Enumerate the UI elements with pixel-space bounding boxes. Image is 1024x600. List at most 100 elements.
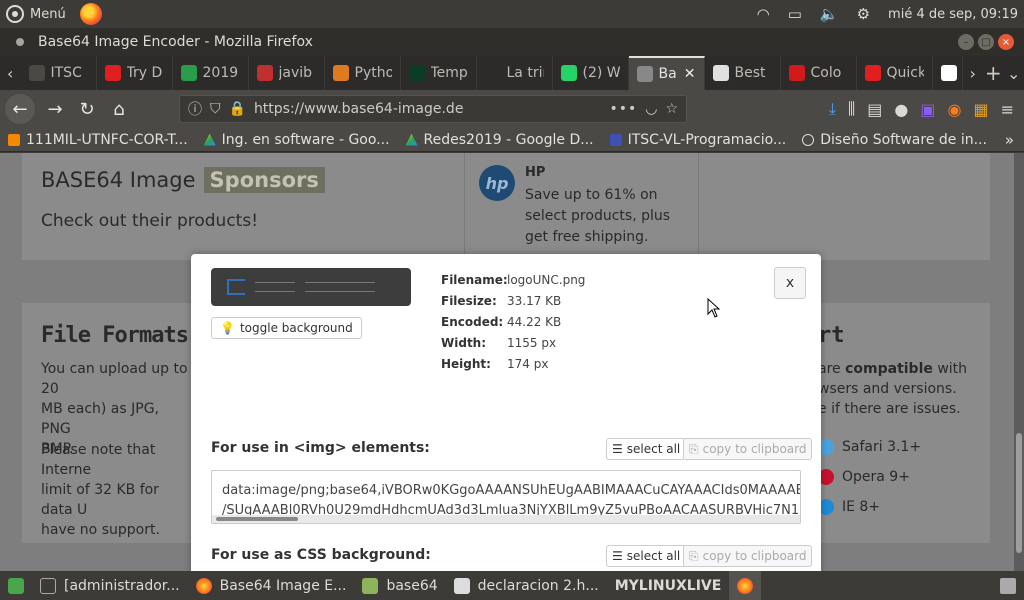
top-panel: Menú ◠ ▭ 🔈 ⚙ mié 4 de sep, 09:19 (0, 0, 1024, 28)
bookmark-item[interactable]: 111MIL-UTNFC-COR-T... (0, 132, 196, 148)
clock[interactable]: mié 4 de sep, 09:19 (888, 7, 1018, 22)
image-preview (211, 268, 411, 306)
browser-tab[interactable]: Colo (781, 56, 857, 90)
browser-tab[interactable]: javib (249, 56, 325, 90)
bookmark-item[interactable]: ITSC-VL-Programacio... (602, 132, 795, 148)
hp-title[interactable]: HP (525, 165, 545, 180)
filename-value: logoUNC.png (507, 273, 586, 287)
sponsors-heading: BASE64 Image Sponsors (41, 167, 325, 193)
select-all-img-button[interactable]: ☰ select all (606, 438, 687, 460)
page-actions-icon[interactable]: ••• (609, 101, 637, 117)
css-background-label: For use as CSS background: (211, 547, 431, 563)
pocket-icon[interactable]: ◡ (645, 101, 657, 117)
copy-img-button[interactable]: ⎘ copy to clipboard (683, 438, 813, 460)
trash-button[interactable] (992, 571, 1024, 600)
volume-icon[interactable]: 🔈 (820, 6, 839, 22)
browser-tab[interactable]: Pytho (325, 56, 401, 90)
close-window-button[interactable]: × (998, 34, 1014, 50)
browser-tab[interactable]: (2) W (553, 56, 629, 90)
tab-favicon-icon (485, 65, 501, 81)
tab-favicon-icon (940, 65, 957, 81)
list-icon: ☰ (612, 549, 623, 563)
browser-tab[interactable]: Temp (401, 56, 477, 90)
browser-tab[interactable]: ITSC (21, 56, 97, 90)
file-metadata: Filename: logoUNC.png Filesize: 33.17 KB E… (441, 270, 585, 375)
minimize-button[interactable]: – (958, 34, 974, 50)
tab-favicon-icon (28, 65, 45, 81)
account-icon[interactable]: ● (894, 100, 908, 119)
downloads-icon[interactable]: ⤓ (829, 99, 836, 119)
taskbar-item[interactable]: Base64 Image E... (188, 571, 355, 600)
browser-tab[interactable]: La trinch (477, 56, 553, 90)
toggle-background-button[interactable]: 💡 toggle background (211, 317, 362, 339)
url-bar[interactable]: ⓘ ⛉ 🔒 https://www.base64-image.de ••• ◡ … (179, 95, 687, 123)
browser-support-title: rt (818, 323, 845, 348)
bookmark-item[interactable]: Redes2019 - Google D... (398, 132, 602, 148)
hp-offer-text[interactable]: Save up to 61% on select products, plus … (525, 185, 693, 248)
settings-gear-icon[interactable]: ⚙ (857, 6, 870, 22)
hp-logo-icon[interactable]: hp (479, 165, 515, 201)
bookmarks-bar: 111MIL-UTNFC-COR-T... Ing. en software -… (0, 128, 1024, 152)
window-titlebar: Base64 Image Encoder - Mozilla Firefox –… (0, 28, 1024, 56)
browser-tab[interactable]: Best (705, 56, 781, 90)
browser-tab[interactable]: Quick (857, 56, 933, 90)
tracking-shield-icon[interactable]: ⛉ (210, 101, 221, 117)
back-button[interactable]: ← (5, 94, 35, 124)
browser-tab[interactable] (933, 56, 963, 90)
tab-strip: ‹ ITSCTry D2019javibPythoTempLa trinch(2… (0, 56, 1024, 90)
browser-tab[interactable]: Try D (97, 56, 173, 90)
window-menu-dot-icon[interactable] (16, 38, 24, 46)
clipboard-icon: ⎘ (689, 548, 699, 563)
browser-tab[interactable]: 2019 (173, 56, 249, 90)
tab-favicon-icon (636, 66, 653, 82)
bookmark-item[interactable]: Ing. en software - Goo... (196, 132, 398, 148)
tab-favicon-icon (408, 65, 425, 81)
select-all-css-button[interactable]: ☰ select all (606, 545, 687, 567)
img-elements-label: For use in <img> elements: (211, 440, 430, 456)
url-text[interactable]: https://www.base64-image.de (254, 101, 464, 117)
more-bookmarks-icon[interactable]: » (1005, 131, 1024, 149)
bookmark-item[interactable]: Diseño Software de in... (794, 132, 995, 148)
maximize-button[interactable]: □ (978, 34, 994, 50)
browser-tab[interactable]: Ba ✕ (628, 56, 705, 90)
hamburger-menu-icon[interactable]: ≡ (1001, 100, 1014, 119)
wifi-icon[interactable]: ◠ (757, 6, 770, 22)
taskbar-item[interactable]: [administrador... (32, 571, 188, 600)
file-formats-title: File Formats (41, 323, 189, 348)
new-tab-icon[interactable]: + (983, 56, 1004, 90)
reload-button[interactable]: ↻ (71, 93, 103, 125)
code-horizontal-scrollbar[interactable] (212, 515, 800, 523)
img-code-textarea[interactable]: data:image/png;base64,iVBORw0KGgoAAAANSU… (211, 470, 801, 524)
tab-favicon-icon (788, 65, 805, 81)
home-button[interactable]: ⌂ (103, 93, 135, 125)
library-icon[interactable]: ⫼ (848, 99, 855, 119)
preview-logo-icon (227, 279, 245, 295)
scroll-tabs-left-icon[interactable]: ‹ (0, 56, 21, 90)
sidebar-icon[interactable]: ▤ (867, 100, 882, 119)
close-modal-button[interactable]: x (774, 267, 806, 299)
navigation-bar: ← → ↻ ⌂ ⓘ ⛉ 🔒 https://www.base64-image.d… (0, 90, 1024, 128)
extension-purple-icon[interactable]: ▣ (920, 100, 935, 119)
page-scrollbar[interactable] (1014, 153, 1024, 571)
scroll-tabs-right-icon[interactable]: › (963, 56, 984, 90)
extension-grid-icon[interactable]: ▦ (973, 100, 988, 119)
forward-button[interactable]: → (39, 93, 71, 125)
close-tab-icon[interactable]: ✕ (684, 66, 696, 82)
system-tray: ◠ ▭ 🔈 ⚙ mié 4 de sep, 09:19 (757, 6, 1024, 22)
show-desktop-icon (8, 577, 24, 594)
scrollbar-thumb[interactable] (1016, 433, 1022, 553)
bookmark-star-icon[interactable]: ☆ (665, 101, 678, 117)
taskbar-firefox-launcher[interactable] (729, 571, 762, 600)
copy-css-button[interactable]: ⎘ copy to clipboard (683, 545, 813, 567)
show-desktop-button[interactable] (0, 571, 32, 600)
firefox-launcher-icon[interactable] (79, 3, 102, 25)
site-info-icon[interactable]: ⓘ (188, 99, 202, 119)
battery-icon[interactable]: ▭ (788, 6, 802, 22)
taskbar-item[interactable]: declaracion 2.h... (446, 571, 607, 600)
bottom-taskbar: [administrador... Base64 Image E... base… (0, 571, 1024, 600)
menu-button[interactable]: Menú (0, 5, 66, 23)
taskbar-item[interactable]: MYLINUXLIVE (607, 571, 730, 600)
taskbar-item[interactable]: base64 (354, 571, 445, 600)
extension-firefox-icon[interactable]: ◉ (948, 100, 962, 119)
list-tabs-icon[interactable]: ⌄ (1004, 56, 1024, 90)
